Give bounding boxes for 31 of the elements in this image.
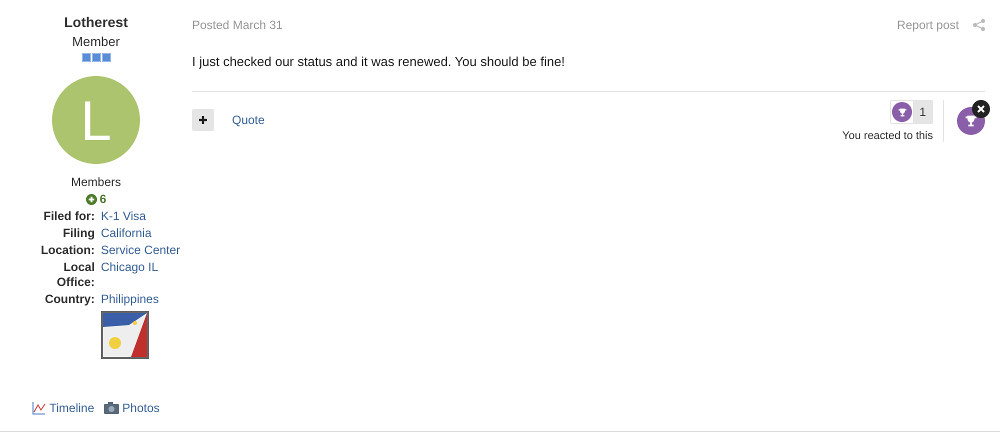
reacted-text: You reacted to this (842, 130, 933, 142)
field-label: Country: (44, 292, 95, 307)
field-value[interactable]: Service Center (100, 243, 180, 258)
post-body: I just checked our status and it was renewed. You should be fine! (192, 54, 566, 69)
quote-link[interactable]: Quote (232, 113, 265, 127)
post-date: Posted March 31 (192, 18, 283, 32)
field-label: Filing (62, 226, 95, 241)
member-group: Members (70, 175, 121, 189)
timeline-link[interactable]: Timeline (32, 401, 94, 415)
reaction-count[interactable]: 1 (890, 100, 933, 124)
plus-icon (198, 115, 208, 125)
author-name[interactable]: Lotherest (64, 14, 128, 30)
field-value[interactable]: Philippines (100, 292, 180, 307)
photos-link[interactable]: Photos (104, 401, 160, 415)
reputation-count: 6 (100, 192, 106, 206)
flag-icon (100, 311, 149, 359)
trophy-icon (896, 106, 909, 118)
camera-icon (104, 402, 120, 414)
multiquote-button[interactable] (192, 109, 214, 131)
field-value[interactable]: K-1 Visa (100, 209, 180, 224)
field-label: Local Office: (56, 260, 95, 290)
rank-pips-icon (82, 53, 110, 62)
field-label: Filed for: (42, 209, 95, 224)
close-icon[interactable] (972, 100, 990, 118)
field-value[interactable]: California (100, 226, 180, 241)
member-title: Member (72, 34, 120, 49)
field-value[interactable]: Chicago IL (100, 260, 180, 290)
line-chart-icon (32, 401, 46, 415)
x-icon (977, 105, 985, 113)
field-label: Location: (40, 243, 95, 258)
plus-circle-icon (86, 194, 97, 204)
